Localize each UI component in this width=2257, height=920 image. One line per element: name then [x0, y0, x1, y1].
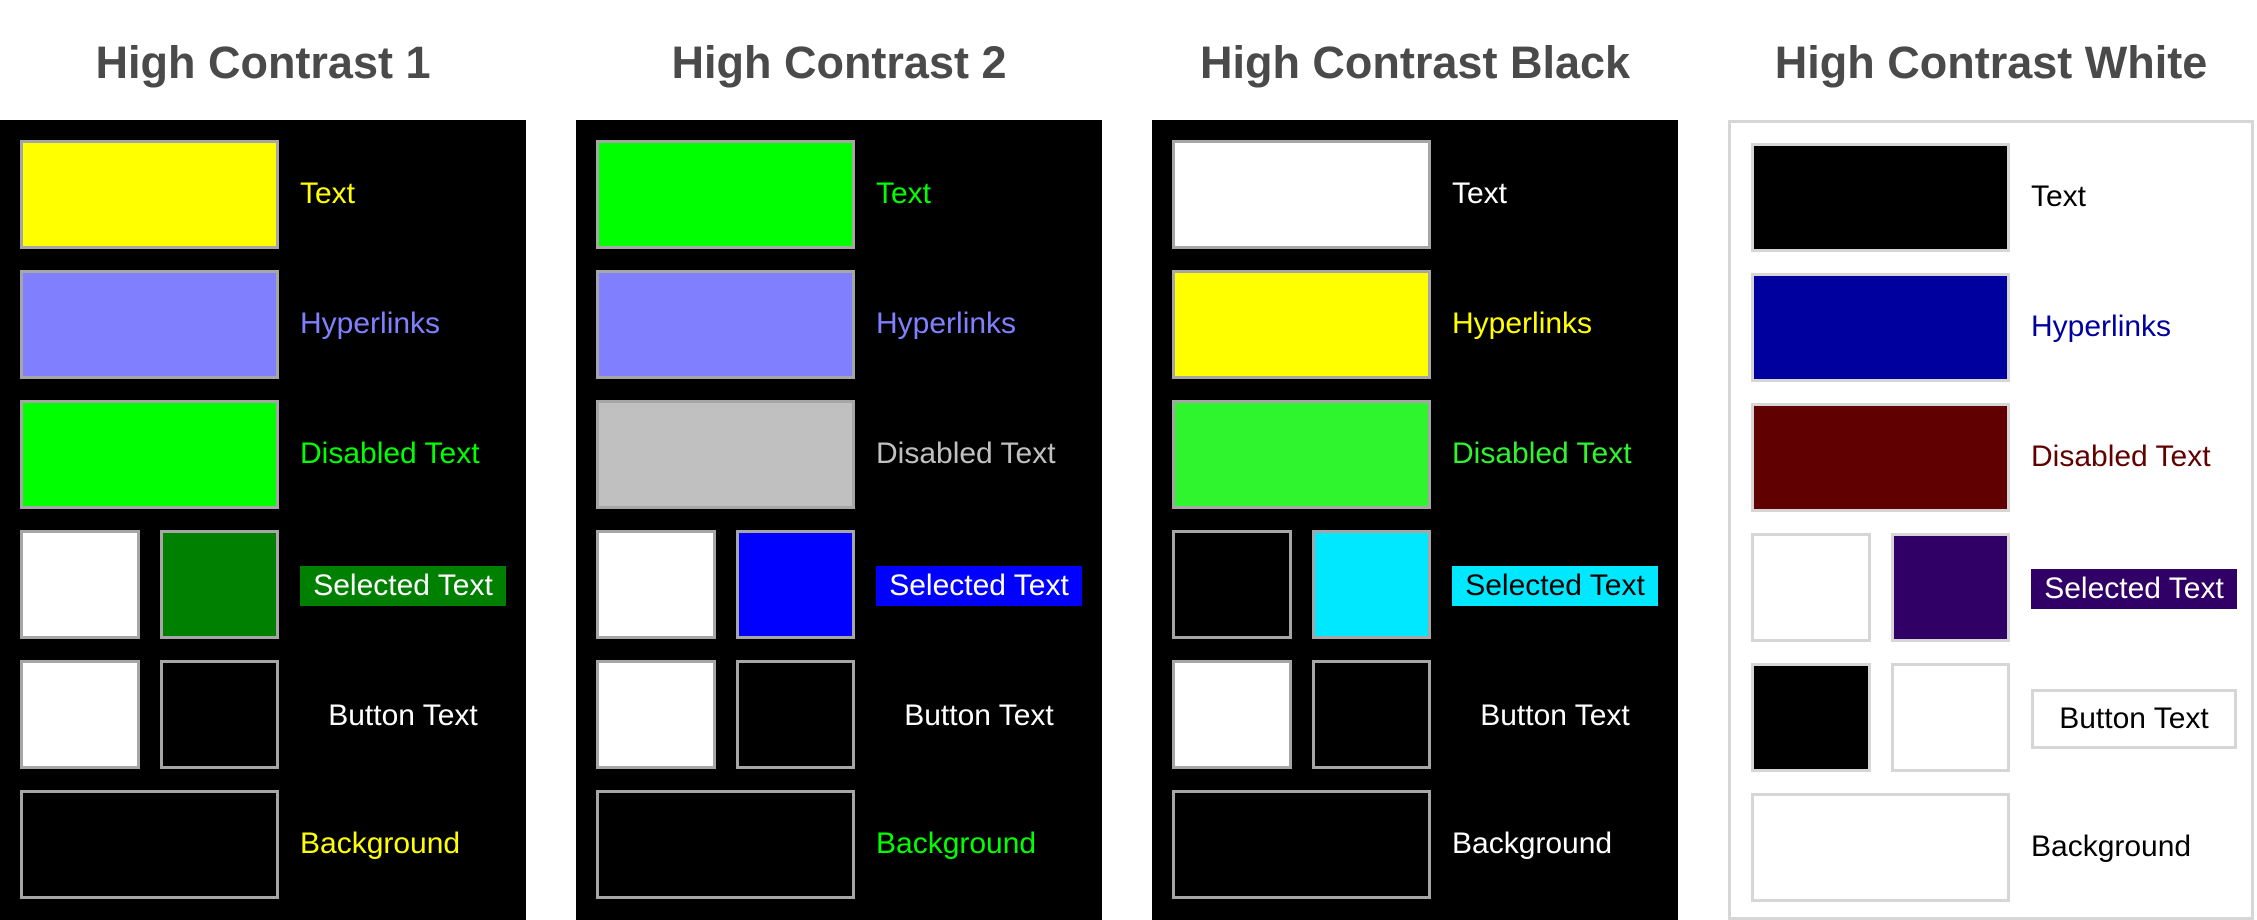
button-text-foreground-swatch: [596, 660, 716, 769]
disabled-text-label: Disabled Text: [876, 437, 1056, 470]
theme-high-contrast-black: High Contrast Black Text Hyperlinks Disa…: [1152, 0, 1678, 920]
selected-text-sample: Selected Text: [876, 566, 1082, 606]
hyperlinks-color-swatch: [596, 270, 855, 379]
text-label: Text: [300, 177, 356, 210]
button-text-foreground-swatch: [1172, 660, 1292, 769]
hyperlinks-label: Hyperlinks: [2031, 310, 2172, 343]
selected-text-foreground-swatch: [20, 530, 140, 639]
disabled-text-label: Disabled Text: [1452, 437, 1632, 470]
background-color-swatch: [1751, 793, 2010, 902]
button-face-swatch: [1891, 663, 2010, 772]
disabled-text-color-swatch: [20, 400, 279, 509]
background-label: Background: [300, 827, 461, 860]
background-color-swatch: [596, 790, 855, 899]
text-label: Text: [1452, 177, 1508, 210]
background-label: Background: [876, 827, 1037, 860]
theme-title: High Contrast White: [1774, 37, 2208, 88]
theme-title: High Contrast Black: [1199, 37, 1631, 88]
selected-text-sample: Selected Text: [2031, 569, 2237, 609]
button-face-swatch: [1312, 660, 1431, 769]
theme-high-contrast-1: High Contrast 1 Text Hyperlinks Disabled…: [0, 0, 526, 920]
background-label: Background: [1452, 827, 1613, 860]
theme-high-contrast-2: High Contrast 2 Text Hyperlinks Disabled…: [576, 0, 1102, 920]
selected-text-foreground-swatch: [1172, 530, 1292, 639]
hyperlinks-color-swatch: [20, 270, 279, 379]
selected-text-foreground-swatch: [596, 530, 716, 639]
text-label: Text: [2031, 180, 2087, 213]
theme-panel: Text Hyperlinks Disabled Text Selected T…: [1152, 120, 1678, 920]
disabled-text-color-swatch: [596, 400, 855, 509]
theme-panel: Text Hyperlinks Disabled Text Selected T…: [576, 120, 1102, 920]
selected-text-sample: Selected Text: [1452, 566, 1658, 606]
disabled-text-color-swatch: [1172, 400, 1431, 509]
selected-text-background-swatch: [736, 530, 855, 639]
hyperlinks-color-swatch: [1172, 270, 1431, 379]
button-face-swatch: [736, 660, 855, 769]
button-text-sample: Button Text: [876, 686, 1082, 746]
theme-panel: Text Hyperlinks Disabled Text Selected T…: [0, 120, 526, 920]
button-text-foreground-swatch: [1751, 663, 1871, 772]
background-color-swatch: [1172, 790, 1431, 899]
hyperlinks-label: Hyperlinks: [300, 307, 441, 340]
text-color-swatch: [1172, 140, 1431, 249]
text-color-swatch: [20, 140, 279, 249]
theme-panel: Text Hyperlinks Disabled Text Selected T…: [1728, 120, 2254, 920]
theme-high-contrast-white: High Contrast White Text Hyperlinks Disa…: [1728, 0, 2254, 920]
theme-title: High Contrast 1: [95, 37, 431, 88]
selected-text-background-swatch: [1312, 530, 1431, 639]
button-text-sample: Button Text: [1452, 686, 1658, 746]
text-color-swatch: [596, 140, 855, 249]
button-text-sample: Button Text: [2031, 689, 2237, 749]
theme-title: High Contrast 2: [671, 37, 1007, 88]
selected-text-background-swatch: [1891, 533, 2010, 642]
selected-text-sample: Selected Text: [300, 566, 506, 606]
text-color-swatch: [1751, 143, 2010, 252]
disabled-text-label: Disabled Text: [2031, 440, 2211, 473]
text-label: Text: [876, 177, 932, 210]
background-color-swatch: [20, 790, 279, 899]
hyperlinks-color-swatch: [1751, 273, 2010, 382]
hyperlinks-label: Hyperlinks: [876, 307, 1017, 340]
button-text-sample: Button Text: [300, 686, 506, 746]
selected-text-background-swatch: [160, 530, 279, 639]
selected-text-foreground-swatch: [1751, 533, 1871, 642]
disabled-text-color-swatch: [1751, 403, 2010, 512]
background-label: Background: [2031, 830, 2192, 863]
button-text-foreground-swatch: [20, 660, 140, 769]
hyperlinks-label: Hyperlinks: [1452, 307, 1593, 340]
button-face-swatch: [160, 660, 279, 769]
disabled-text-label: Disabled Text: [300, 437, 480, 470]
